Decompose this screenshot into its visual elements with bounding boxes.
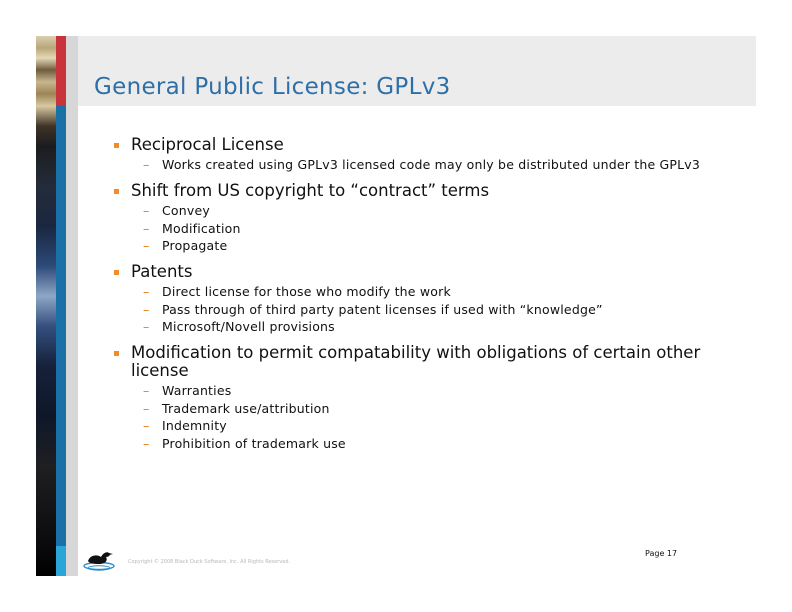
sub-item: – Direct license for those who modify the… [131,285,712,298]
dash-icon: – [143,400,150,416]
sub-item: – Warranties [131,384,712,397]
decorative-photo-strip [36,36,56,576]
bullet-square-icon [114,143,119,148]
slide-title: General Public License: GPLv3 [94,74,451,100]
sub-list: – Works created using GPLv3 licensed code… [131,158,712,171]
dash-icon: – [143,435,150,451]
dash-icon: – [143,418,150,433]
bullet-list: Reciprocal License – Works created using … [112,136,712,454]
sub-item-text: Warranties [162,383,232,398]
sub-item-text: Indemnity [162,418,227,433]
duck-logo-svg [83,552,115,571]
bullet-text: Reciprocal License [131,135,284,154]
sub-item-text: Prohibition of trademark use [162,435,346,451]
sub-item: – Modification [131,222,712,235]
bullet-text: Shift from US copyright to “contract” te… [131,181,490,200]
sub-item-text: Convey [162,203,210,218]
sub-item: – Indemnity [131,419,712,432]
dash-icon: – [143,284,150,299]
dash-icon: – [143,157,150,172]
dash-icon: – [143,238,150,253]
copyright-text: Copyright © 2008 Black Duck Software, In… [128,559,291,565]
bullet-square-icon [114,270,119,275]
cyan-accent-bar [56,546,66,576]
slide: General Public License: GPLv3 Reciprocal… [36,36,756,576]
sub-item: – Works created using GPLv3 licensed code… [131,158,712,171]
dash-icon: – [143,220,150,236]
red-accent-bar [56,36,66,106]
sub-item: – Pass through of third party patent lice… [131,303,712,316]
dash-icon: – [143,203,150,218]
sub-item-text: Trademark use/attribution [162,400,330,416]
dash-icon: – [143,383,150,398]
dash-icon: – [143,301,150,317]
bullet-item: Reciprocal License – Works created using … [112,136,712,171]
bullet-square-icon [114,351,119,356]
page-number: Page 17 [645,549,678,558]
blue-accent-bar [56,106,66,546]
sub-item-text: Modification [162,220,241,236]
bullet-square-icon [114,189,119,194]
sub-item-text: Pass through of third party patent licen… [162,301,603,317]
sub-item: – Trademark use/attribution [131,402,712,415]
sub-item: – Microsoft/Novell provisions [131,320,712,333]
sub-list: – Convey – Modification – Propagate [131,204,712,252]
sub-item-text: Works created using GPLv3 licensed code … [162,157,701,172]
duck-logo-icon [82,542,116,572]
sub-list: – Warranties – Trademark use/attribution –… [131,384,712,450]
bullet-text: Modification to permit compatability wit… [131,343,701,380]
sub-item-text: Microsoft/Novell provisions [162,319,335,334]
bullet-text: Patents [131,262,193,281]
bullet-item: Patents – Direct license for those who mo… [112,263,712,333]
dash-icon: – [143,319,150,334]
sub-item-text: Propagate [162,238,228,253]
sub-item: – Propagate [131,239,712,252]
sub-item: – Convey [131,204,712,217]
sub-list: – Direct license for those who modify the… [131,285,712,333]
bullet-item: Modification to permit compatability wit… [112,344,712,450]
sub-item-text: Direct license for those who modify the … [162,284,451,299]
sub-item: – Prohibition of trademark use [131,437,712,450]
gray-divider-column [66,36,78,576]
bullet-item: Shift from US copyright to “contract” te… [112,182,712,252]
